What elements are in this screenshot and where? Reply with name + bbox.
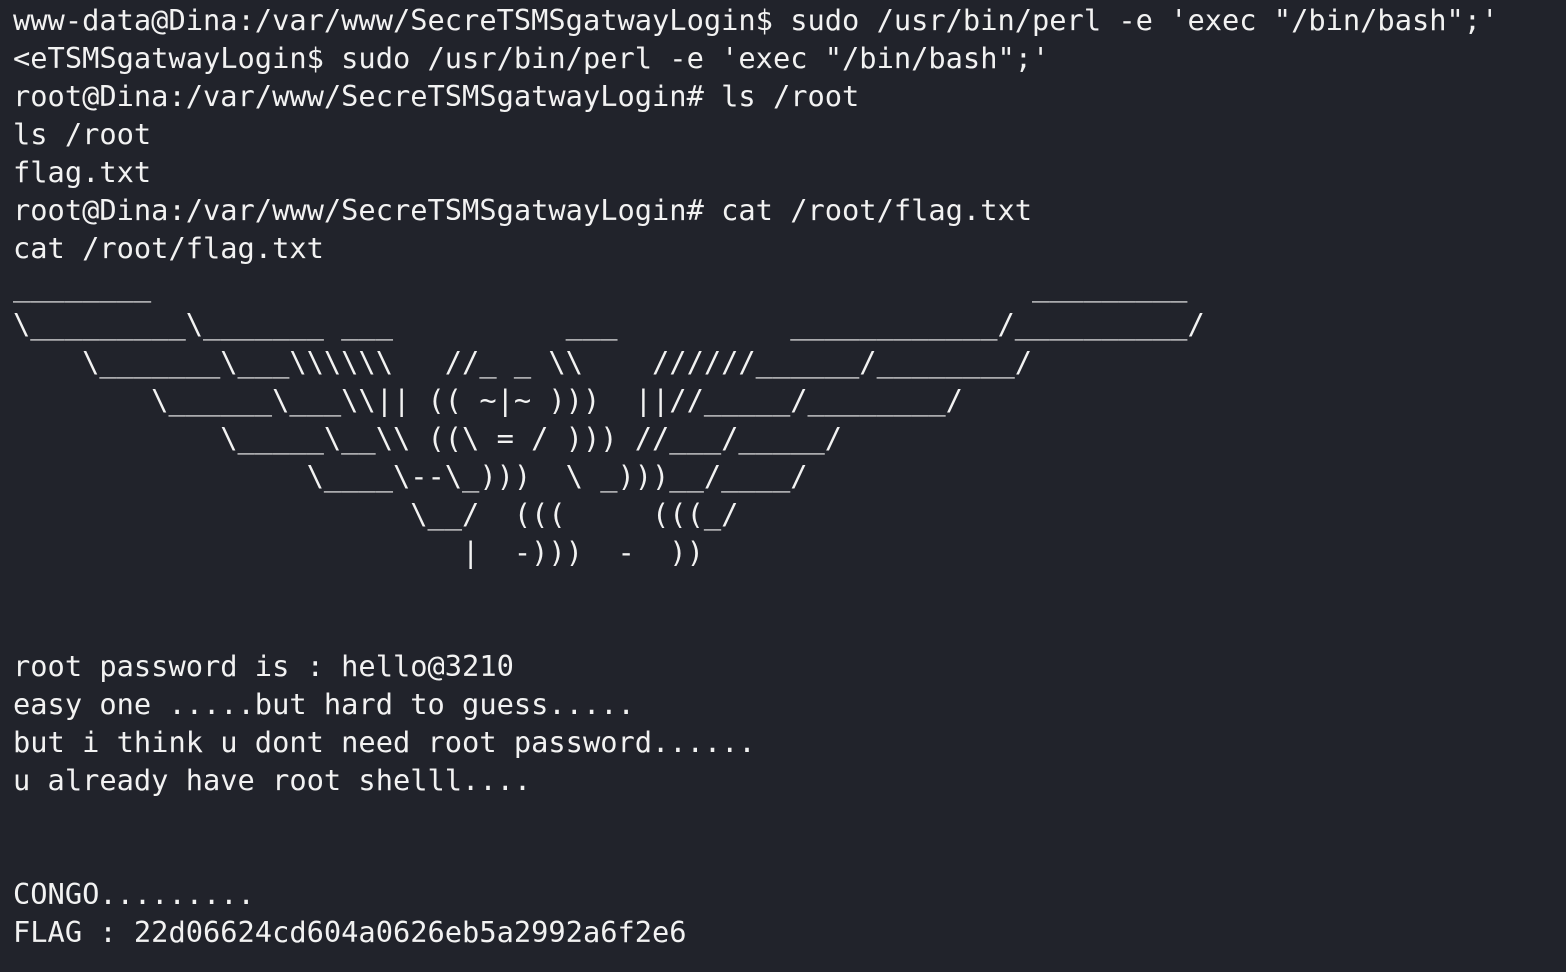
ascii-art-line-4: \______\___\\|| (( ~|~ ))) ||//_____/___… (13, 383, 963, 417)
terminal-line-ls-output: flag.txt (13, 155, 152, 189)
ascii-art-line-7: \__/ ((( (((_/ (13, 497, 739, 531)
terminal-line-command-sudo-perl: www-data@Dina:/var/www/SecreTSMSgatwayLo… (13, 3, 1499, 37)
flag-message-root-password: root password is : hello@3210 (13, 649, 514, 683)
ascii-art-line-2: \_________\_______ ___ ___ ____________/… (13, 307, 1205, 341)
terminal-line-command-echo-cat: cat /root/flag.txt (13, 231, 324, 265)
flag-message-root-shell: u already have root shelll.... (13, 763, 532, 797)
ascii-art-line-8: | -))) - )) (13, 535, 704, 569)
terminal-line-command-echo-ls: ls /root (13, 117, 152, 151)
flag-message-dont-need-password: but i think u dont need root password...… (13, 725, 756, 759)
flag-message-easy-one: easy one .....but hard to guess..... (13, 687, 635, 721)
ascii-art-line-1: ________ _________ (13, 269, 1188, 303)
flag-message-congo: CONGO......... (13, 877, 255, 911)
ascii-art-line-3: \_______\___\\\\\\ //_ _ \\ //////______… (13, 345, 1033, 379)
ascii-art-line-5: \_____\__\\ ((\ = / ))) //___/_____/ (13, 421, 843, 455)
flag-value: FLAG : 22d06624cd604a0626eb5a2992a6f2e6 (13, 915, 687, 949)
terminal-line-command-ls-root: root@Dina:/var/www/SecreTSMSgatwayLogin#… (13, 79, 860, 113)
terminal-window[interactable]: www-data@Dina:/var/www/SecreTSMSgatwayLo… (0, 0, 1566, 972)
ascii-art-line-6: \____\--\_))) \ _)))__/____/ (13, 459, 808, 493)
terminal-line-command-echo-truncated: <eTSMSgatwayLogin$ sudo /usr/bin/perl -e… (13, 41, 1050, 75)
terminal-line-command-cat-flag: root@Dina:/var/www/SecreTSMSgatwayLogin#… (13, 193, 1033, 227)
